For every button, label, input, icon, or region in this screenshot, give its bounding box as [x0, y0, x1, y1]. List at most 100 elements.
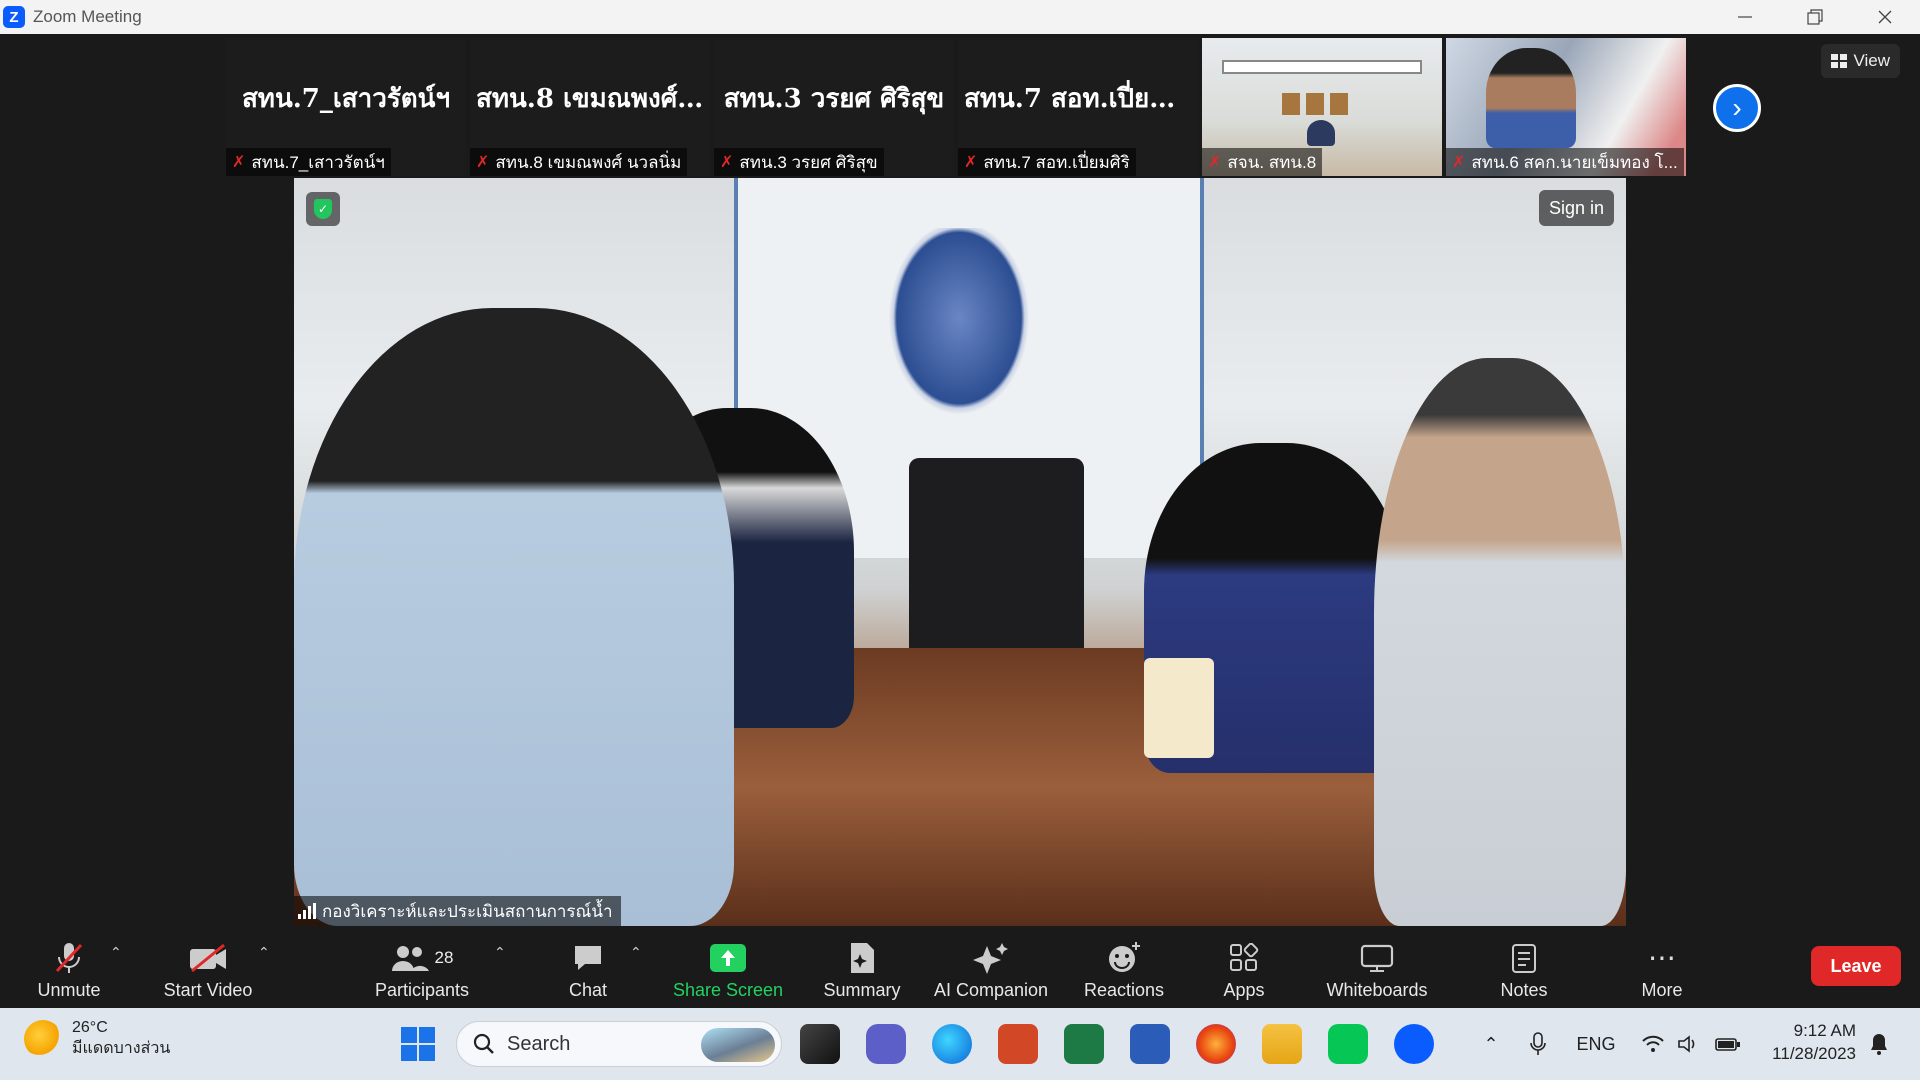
encryption-shield-icon[interactable]: ✓ [306, 192, 340, 226]
show-hidden-icons-chevron-icon[interactable]: ⌃ [1476, 1008, 1506, 1080]
video-off-icon [188, 938, 228, 978]
meeting-toolbar: Unmute ⌃ Start Video ⌃ 28 Participants ⌃… [0, 930, 1920, 1008]
line-app-icon[interactable] [1328, 1024, 1368, 1064]
share-screen-button[interactable]: Share Screen [668, 930, 788, 1008]
wall-frames [1282, 93, 1362, 115]
chat-options-caret-icon[interactable]: ⌃ [630, 944, 642, 961]
more-dots-icon: ⋯ [1648, 942, 1676, 973]
muted-mic-icon: ✗ [232, 154, 246, 171]
muted-mic-icon: ✗ [1452, 154, 1466, 171]
participant-display-name: สทน.7 สอท.เปี่ยม... [964, 84, 1194, 114]
participant-video-tile[interactable]: ✗ สจน. สทน.8 [1202, 38, 1442, 176]
search-icon [473, 1033, 494, 1054]
edge-icon[interactable] [932, 1024, 972, 1064]
ai-companion-button[interactable]: AI Companion [926, 930, 1056, 1008]
restore-button[interactable] [1780, 0, 1850, 34]
start-button[interactable] [398, 1024, 438, 1064]
muted-mic-icon: ✗ [1208, 154, 1222, 171]
weather-widget[interactable]: 26°C มีแดดบางส่วน [24, 1018, 170, 1060]
wifi-icon[interactable] [1636, 1008, 1670, 1080]
participant-tile[interactable]: สทน.7_เสาวรัตน์ฯ ✗ สทน.7_เสาวรัตน์ฯ [226, 38, 466, 176]
clock-time: 9:12 AM [1793, 1021, 1856, 1040]
weather-desc: มีแดดบางส่วน [72, 1039, 171, 1057]
person-figure [1374, 358, 1626, 926]
system-clock[interactable]: 9:12 AM 11/28/2023 [1760, 1020, 1856, 1066]
participant-video-tile[interactable]: ✗ สทน.6 สคก.นายเข็มทอง โ... [1446, 38, 1686, 176]
search-highlight-image [701, 1028, 775, 1062]
summary-button[interactable]: Summary [812, 930, 912, 1008]
clock-date: 11/28/2023 [1772, 1043, 1856, 1063]
taskbar-search-box[interactable]: Search [456, 1021, 782, 1067]
windows-taskbar: 26°C มีแดดบางส่วน Search ⌃ ENG 9:12 AM 1… [0, 1008, 1920, 1080]
task-view-icon[interactable] [800, 1024, 840, 1064]
search-placeholder: Search [507, 1032, 571, 1055]
audio-options-caret-icon[interactable]: ⌃ [110, 944, 122, 961]
participants-label: Participants [374, 979, 470, 1000]
whiteboard-icon [1360, 938, 1394, 978]
share-screen-icon [710, 938, 746, 978]
participants-options-caret-icon[interactable]: ⌃ [494, 944, 506, 961]
muted-mic-icon: ✗ [476, 154, 490, 171]
unmute-label: Unmute [37, 979, 101, 1000]
speaker-name-tag: กองวิเคราะห์และประเมินสถานการณ์น้ำ [294, 896, 621, 926]
leave-button[interactable]: Leave [1811, 946, 1901, 986]
notifications-bell-icon[interactable] [1864, 1008, 1894, 1080]
apps-button[interactable]: Apps [1206, 930, 1282, 1008]
close-button[interactable] [1850, 0, 1920, 34]
participants-icon [391, 945, 429, 971]
powerpoint-icon[interactable] [998, 1024, 1038, 1064]
language-indicator[interactable]: ENG [1570, 1008, 1622, 1080]
participants-button[interactable]: 28 Participants [370, 930, 474, 1008]
chat-icon [572, 938, 604, 978]
summary-icon [848, 938, 876, 978]
view-button[interactable]: View [1821, 44, 1900, 78]
participant-label: ✗ สจน. สทน.8 [1202, 148, 1323, 176]
firefox-icon[interactable] [1196, 1024, 1236, 1064]
start-video-label: Start Video [163, 979, 253, 1000]
sign-in-button[interactable]: Sign in [1538, 190, 1614, 226]
ai-companion-label: AI Companion [933, 979, 1049, 1000]
connection-signal-icon [298, 903, 316, 919]
file-explorer-icon[interactable] [1262, 1024, 1302, 1064]
whiteboards-button[interactable]: Whiteboards [1316, 930, 1438, 1008]
participant-label: ✗ สทน.8 เขมณพงศ์ นวลนิ่ม [470, 148, 688, 176]
apps-icon [1229, 938, 1259, 978]
word-icon[interactable] [1130, 1024, 1170, 1064]
muted-mic-icon: ✗ [964, 154, 978, 171]
microphone-icon[interactable] [1522, 1008, 1554, 1080]
reactions-label: Reactions [1083, 979, 1165, 1000]
participant-count: 28 [434, 947, 454, 967]
participant-tile[interactable]: สทน.3 วรยศ ศิริสุข ✗ สทน.3 วรยศ ศิริสุข [714, 38, 954, 176]
active-speaker-video[interactable]: ✓ Sign in กองวิเคราะห์และประเมินสถานการณ… [294, 178, 1626, 926]
participant-label: ✗ สทน.6 สคก.นายเข็มทอง โ... [1446, 148, 1684, 176]
chat-button[interactable]: Chat [550, 930, 626, 1008]
excel-icon[interactable] [1064, 1024, 1104, 1064]
minimize-button[interactable] [1710, 0, 1780, 34]
notes-button[interactable]: Notes [1486, 930, 1562, 1008]
zoom-logo-icon: Z [3, 6, 25, 28]
participant-tile[interactable]: สทน.7 สอท.เปี่ยม... ✗ สทน.7 สอท.เปี่ยมศิร… [958, 38, 1198, 176]
battery-icon[interactable] [1710, 1008, 1746, 1080]
participant-label: ✗ สทน.7_เสาวรัตน์ฯ [226, 148, 391, 176]
reactions-button[interactable]: Reactions [1074, 930, 1174, 1008]
more-button[interactable]: ⋯ More [1624, 930, 1700, 1008]
meeting-area: สทน.7_เสาวรัตน์ฯ ✗ สทน.7_เสาวรัตน์ฯ สทน.8… [0, 34, 1920, 1008]
speaker-name: กองวิเคราะห์และประเมินสถานการณ์น้ำ [322, 901, 613, 921]
windows-logo-icon [401, 1027, 435, 1061]
more-label: More [1641, 979, 1683, 1000]
zoom-app-icon[interactable] [1394, 1024, 1434, 1064]
participant-tile[interactable]: สทน.8 เขมณพงศ์... ✗ สทน.8 เขมณพงศ์ นวลนิ่… [470, 38, 710, 176]
teams-icon[interactable] [866, 1024, 906, 1064]
volume-icon[interactable] [1672, 1008, 1706, 1080]
start-video-button[interactable]: Start Video [158, 930, 258, 1008]
participant-name: สทน.7_เสาวรัตน์ฯ [251, 152, 385, 172]
restore-icon [1807, 9, 1823, 25]
weather-temp: 26°C [72, 1019, 108, 1036]
next-page-button[interactable]: › [1713, 84, 1761, 132]
minimize-icon [1738, 16, 1752, 18]
participant-display-name: สทน.7_เสาวรัตน์ฯ [241, 84, 451, 114]
video-options-caret-icon[interactable]: ⌃ [258, 944, 270, 961]
unmute-button[interactable]: Unmute [30, 930, 108, 1008]
sparkle-icon [973, 938, 1009, 978]
participant-name: สทน.6 สคก.นายเข็มทอง โ... [1471, 152, 1678, 172]
